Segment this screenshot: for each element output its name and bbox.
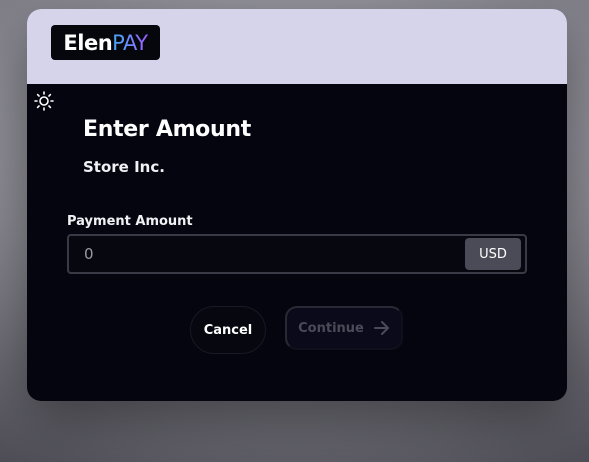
- elenpay-logo: Elen PAY: [51, 25, 160, 60]
- payment-amount-label: Payment Amount: [67, 214, 193, 229]
- merchant-name: Store Inc.: [83, 158, 165, 176]
- continue-button-label: Continue: [298, 320, 364, 336]
- arrow-right-icon: [373, 321, 389, 335]
- logo-text-elen: Elen: [63, 30, 113, 55]
- card-header: Elen PAY: [27, 9, 567, 84]
- payment-amount-input[interactable]: [69, 236, 464, 272]
- payment-card: Elen PAY Enter Amount Store Inc. Payment …: [27, 9, 567, 401]
- theme-toggle-button[interactable]: [34, 91, 54, 111]
- logo-text-pay: PAY: [112, 30, 148, 55]
- currency-badge: USD: [465, 238, 521, 270]
- continue-button[interactable]: Continue: [285, 306, 403, 350]
- sun-icon: [34, 91, 54, 111]
- payment-amount-field: USD: [67, 234, 527, 274]
- page-title: Enter Amount: [83, 117, 251, 142]
- cancel-button[interactable]: Cancel: [190, 306, 266, 354]
